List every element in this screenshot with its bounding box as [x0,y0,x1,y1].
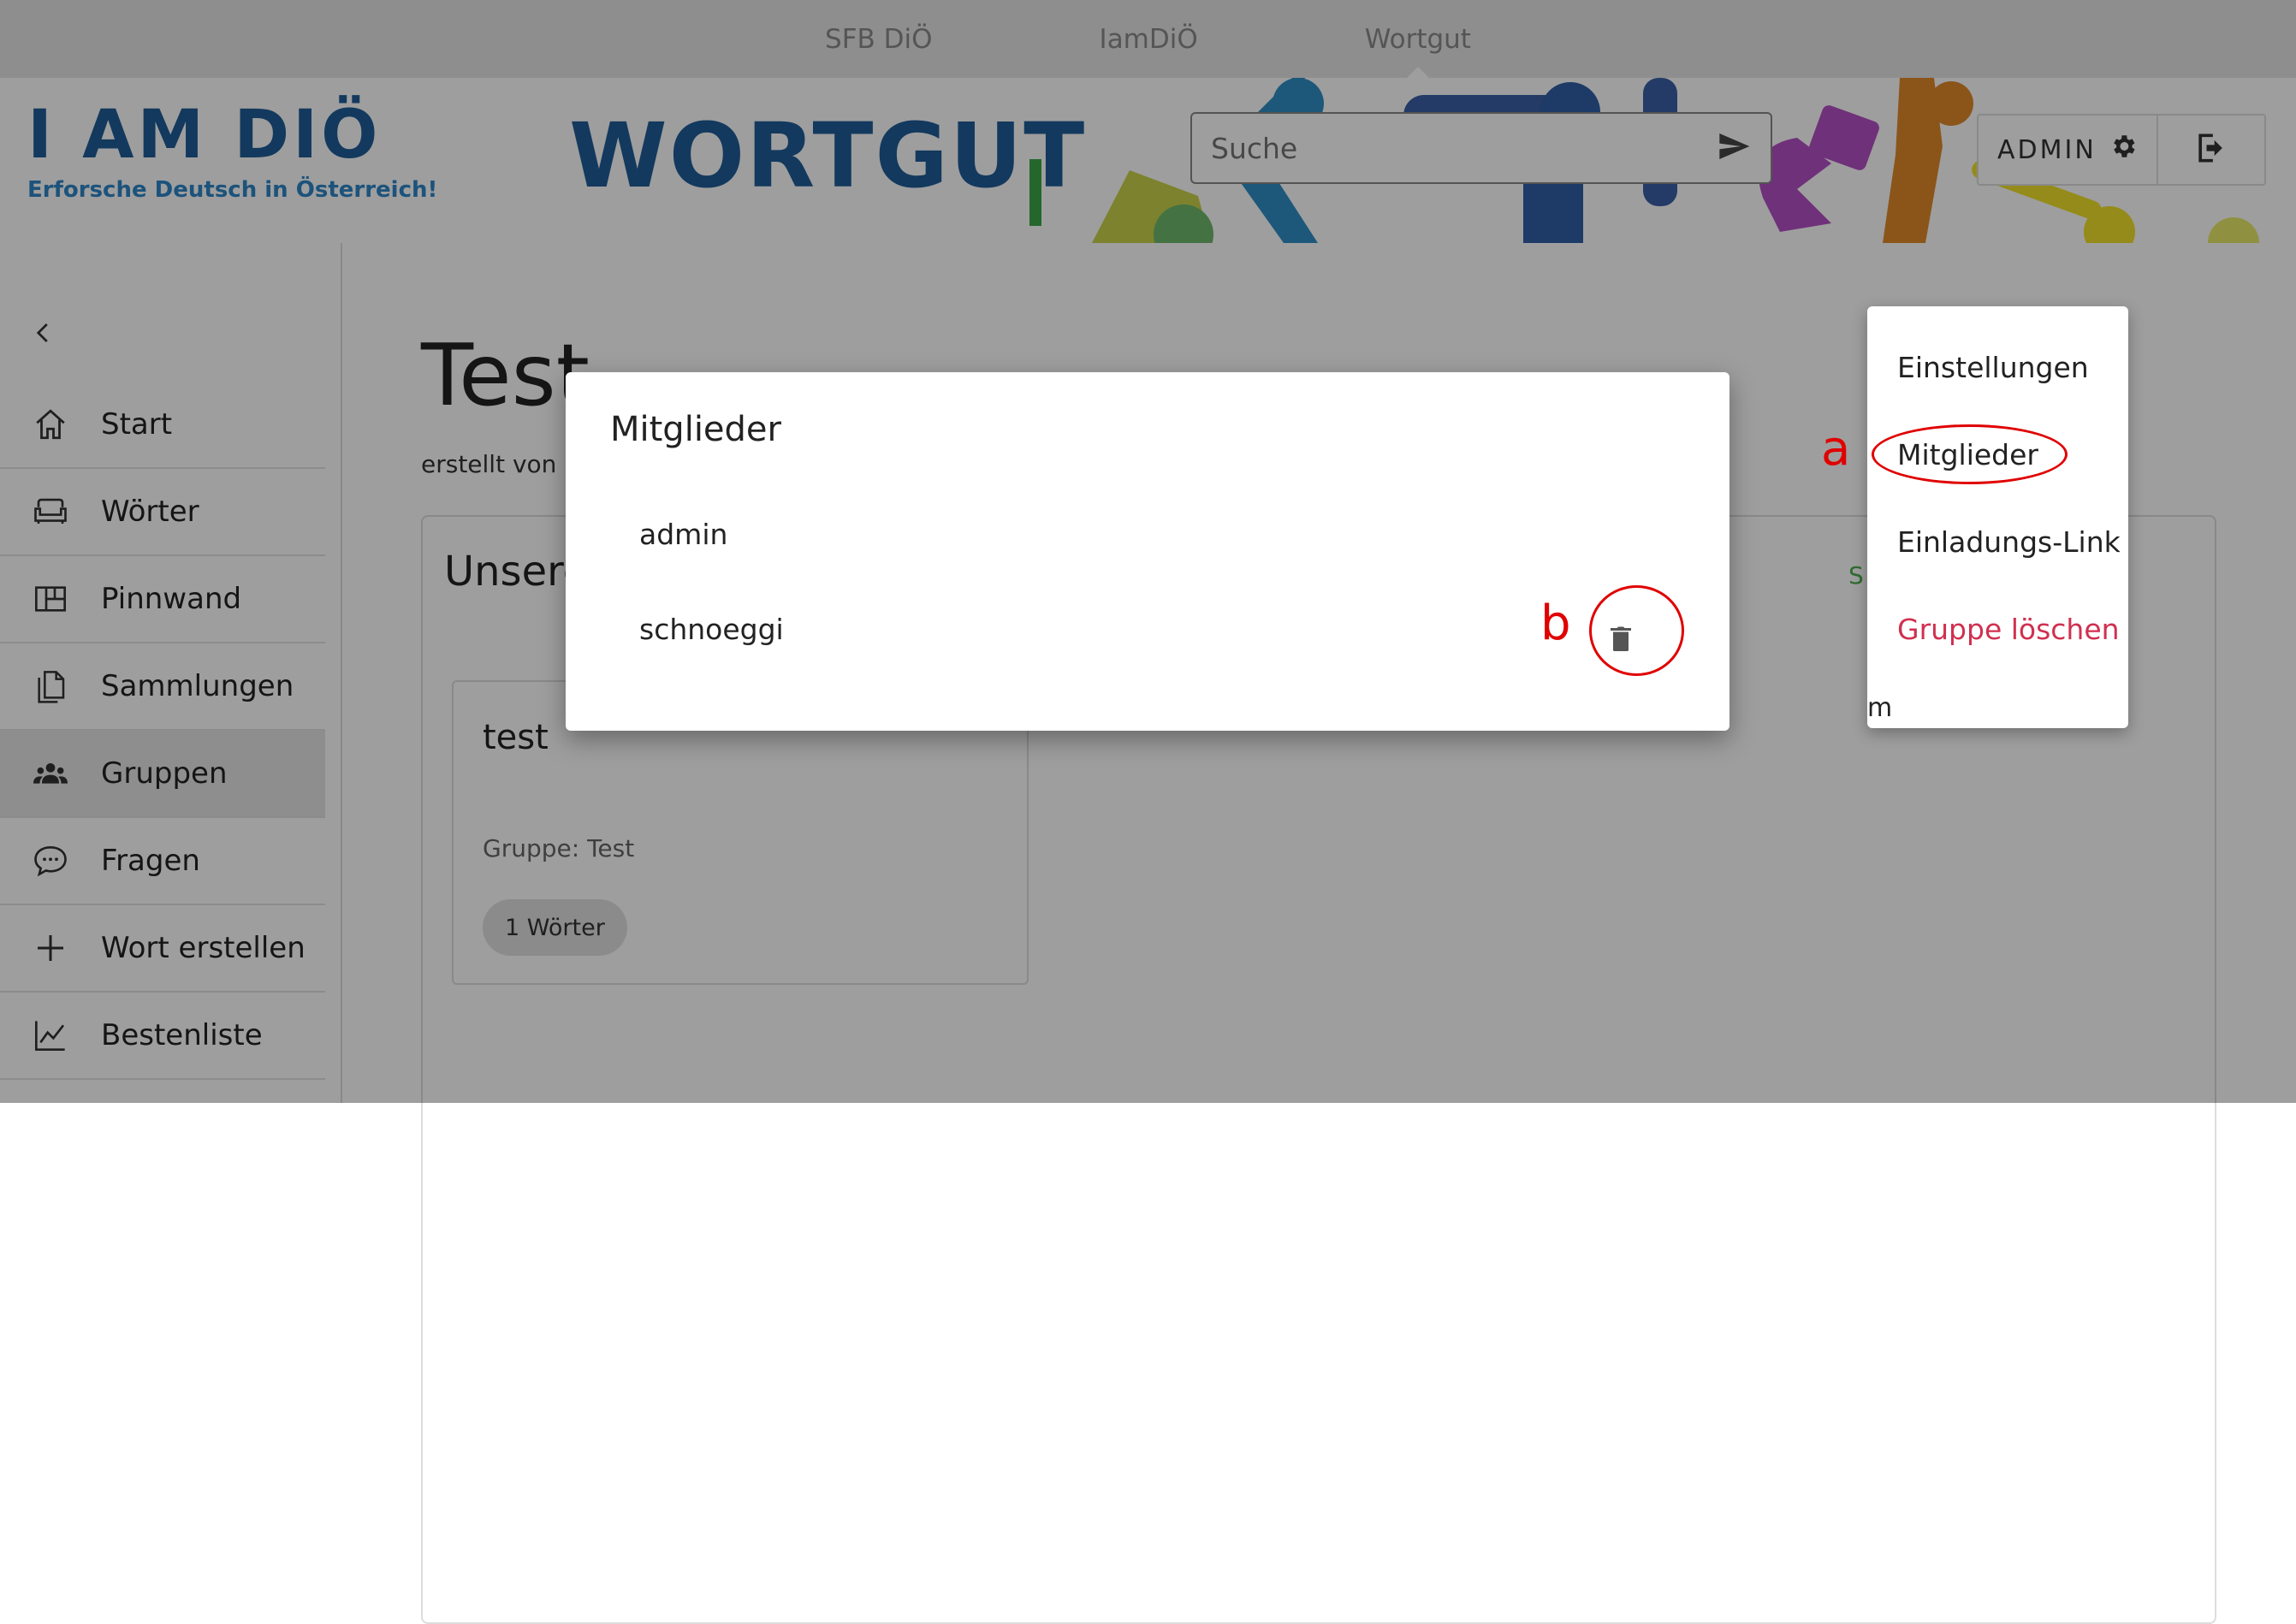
annotation-label-b: b [1540,596,1571,651]
menu-item-einladungs-link[interactable]: Einladungs-Link [1897,525,2121,559]
member-name: schnoeggi [639,613,784,646]
annotation-ellipse-a [1872,424,2068,484]
members-dialog: Mitglieder admin schnoeggi [566,372,1729,731]
annotation-label-a: a [1821,421,1851,477]
dialog-title: Mitglieder [610,410,781,449]
menu-item-gruppe-loeschen[interactable]: Gruppe löschen [1897,613,2120,646]
group-context-menu: Einstellungen Mitglieder Einladungs-Link… [1867,306,2128,728]
menu-tail-text: m [1867,693,1893,723]
annotation-circle-b [1589,585,1684,676]
member-name: admin [639,518,728,551]
menu-item-einstellungen[interactable]: Einstellungen [1897,351,2089,384]
